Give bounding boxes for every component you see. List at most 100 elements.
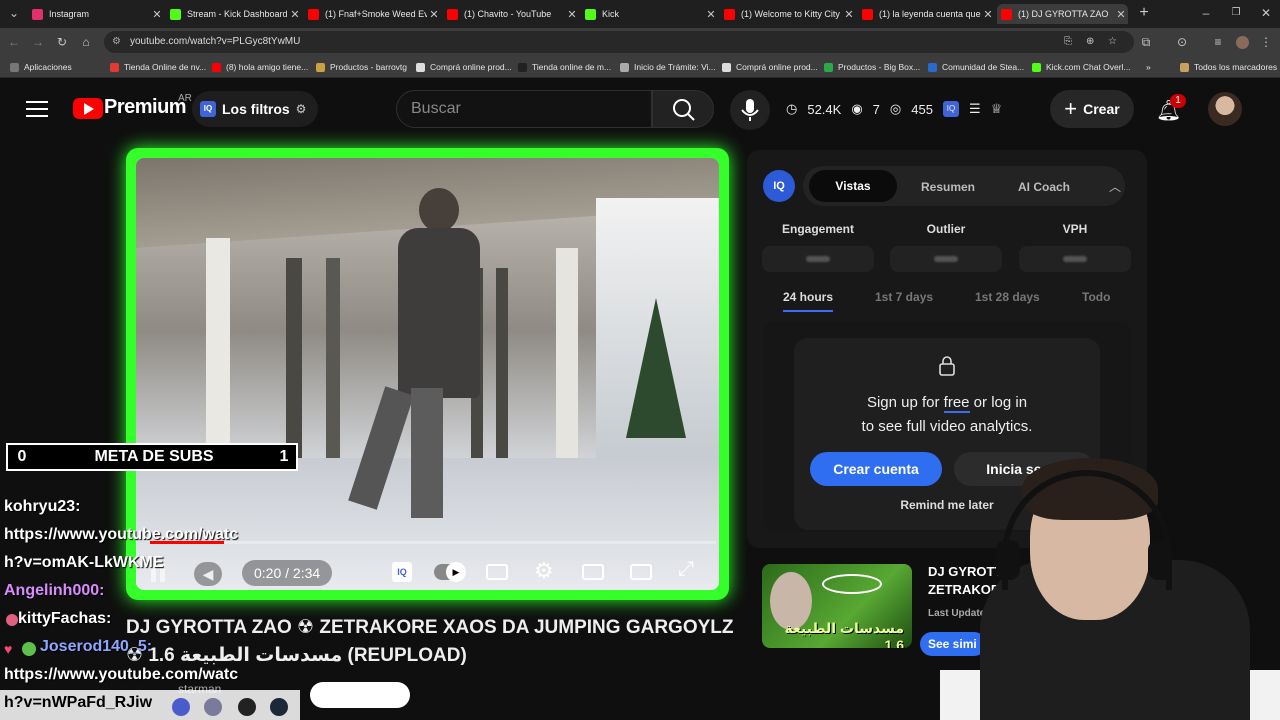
bookmark-item[interactable]: Tienda Online de nv...	[110, 60, 206, 74]
browser-tab[interactable]: (1) Chavito - YouTube ✕	[443, 4, 579, 24]
bookmark-label: Comprá online prod...	[736, 62, 818, 72]
all-bookmarks[interactable]: Todos los marcadores	[1180, 60, 1277, 74]
bookmark-favicon-icon	[620, 62, 629, 72]
time-display: 0:20 / 2:34	[242, 560, 333, 586]
fullscreen-icon[interactable]: ⤢	[678, 558, 694, 581]
bookmark-item[interactable]: Comunidad de Stea...	[928, 60, 1024, 74]
tab-close-icon[interactable]: ✕	[150, 8, 164, 21]
bookmark-item[interactable]: Aplicaciones	[10, 60, 72, 74]
tab-close-icon[interactable]: ✕	[565, 8, 579, 21]
search-button[interactable]	[652, 90, 714, 128]
subscribe-button[interactable]	[310, 682, 410, 708]
taskbar-app-icon[interactable]	[238, 698, 256, 716]
bookmark-label: Productos - barrovtg	[330, 62, 408, 72]
browser-tab[interactable]: Instagram ✕	[28, 4, 164, 24]
bookmark-item[interactable]: Productos - barrovtg	[316, 60, 407, 74]
range-todo[interactable]: Todo	[1082, 290, 1110, 304]
zoom-icon[interactable]: ⊕	[1086, 31, 1094, 53]
hamburger-menu-icon[interactable]	[26, 98, 48, 118]
create-button[interactable]: + Crear	[1050, 90, 1134, 128]
home-icon[interactable]: ⌂	[76, 31, 96, 53]
range-24-hours[interactable]: 24 hours	[783, 290, 833, 304]
autoplay-toggle[interactable]: ▶	[434, 562, 466, 582]
tab-close-icon[interactable]: ✕	[981, 8, 995, 21]
tab-close-icon[interactable]: ✕	[1114, 8, 1128, 21]
tab-close-icon[interactable]: ✕	[427, 8, 441, 21]
range-28-days[interactable]: 1st 28 days	[975, 290, 1040, 304]
extensions-icon[interactable]: ⧉	[1136, 31, 1156, 53]
tab-close-icon[interactable]: ✕	[288, 8, 302, 21]
restore-icon[interactable]: ❐	[1226, 2, 1246, 24]
profile-avatar[interactable]	[1236, 36, 1249, 49]
create-account-button[interactable]: Crear cuenta	[810, 452, 942, 486]
tab-title: (1) Fnaf+Smoke Weed Ev	[325, 9, 427, 19]
signup-text-line2: to see full video analytics.	[861, 418, 1033, 435]
youtube-icon	[862, 8, 873, 20]
tab-vistas[interactable]: Vistas	[809, 170, 897, 202]
bookmark-item[interactable]: Productos - Big Box...	[824, 60, 920, 74]
collapse-chevron-icon[interactable]: ︿	[1109, 178, 1121, 195]
trophy-icon[interactable]: ♕	[991, 101, 1003, 117]
bookmark-item[interactable]: (8) hola amigo tiene...	[212, 60, 308, 74]
browser-tab[interactable]: Stream - Kick Dashboard ✕	[166, 4, 302, 24]
list-icon[interactable]: ☰	[969, 101, 981, 117]
bookmark-item[interactable]: Kick.com Chat Overl...	[1032, 60, 1131, 74]
search-input[interactable]: Buscar	[396, 90, 652, 128]
volume-icon[interactable]: ◀	[194, 562, 222, 586]
browser-tab[interactable]: Kick ✕	[581, 4, 718, 24]
recommended-thumbnail[interactable]: مسدسات الطبيعة 1.6	[762, 564, 912, 648]
browser-tab[interactable]: (1) la leyenda cuenta que ✕	[858, 4, 995, 24]
reload-icon[interactable]: ↻	[52, 31, 72, 53]
account-avatar[interactable]	[1208, 92, 1242, 126]
bookmark-label: Comprá online prod...	[430, 62, 512, 72]
back-icon[interactable]: ←	[4, 31, 24, 53]
close-window-icon[interactable]: ✕	[1256, 2, 1276, 24]
tab-resumen[interactable]: Resumen	[907, 168, 989, 206]
taskbar-app-icon[interactable]	[204, 698, 222, 716]
iq-icon[interactable]: IQ	[942, 101, 959, 117]
minimize-icon[interactable]: –	[1196, 2, 1216, 24]
taskbar-app-icon[interactable]	[172, 698, 190, 716]
browser-tab[interactable]: (1) Welcome to Kitty City ✕	[720, 4, 856, 24]
browser-tab[interactable]: (1) DJ GYROTTA ZAO ✕	[997, 4, 1128, 24]
settings-gear-icon[interactable]: ⚙	[534, 558, 554, 584]
tab-close-icon[interactable]: ✕	[842, 8, 856, 21]
theater-mode-icon[interactable]	[582, 564, 604, 580]
chat-line: https://www.youtube.com/watc	[4, 526, 239, 543]
filters-label: Los filtros	[222, 101, 290, 117]
steam-icon[interactable]	[270, 698, 288, 716]
bookmark-item[interactable]: Comprá online prod...	[416, 60, 512, 74]
browser-tab[interactable]: (1) Fnaf+Smoke Weed Ev ✕	[304, 4, 441, 24]
bookmark-item[interactable]: Inicio de Trámite: Vi...	[620, 60, 716, 74]
iq-player-icon[interactable]: IQ	[392, 562, 412, 582]
bookmark-star-icon[interactable]: ☆	[1108, 31, 1117, 53]
new-tab-icon[interactable]: +	[1134, 2, 1154, 24]
bookmarks-more[interactable]: »	[1146, 60, 1151, 74]
forward-icon[interactable]: →	[28, 31, 48, 53]
lock-icon	[939, 356, 955, 376]
media-icon[interactable]: ≡	[1208, 31, 1228, 53]
site-info-icon[interactable]: ⚙	[112, 31, 121, 53]
tab-search-icon[interactable]: ⌄	[4, 2, 24, 24]
tab-title: (1) Chavito - YouTube	[464, 9, 552, 19]
bookmark-label: Comunidad de Stea...	[942, 62, 1025, 72]
bookmark-item[interactable]: Tienda online de m...	[518, 60, 611, 74]
filters-button[interactable]: IQ Los filtros ⚙	[192, 91, 318, 127]
install-icon[interactable]: ⎘	[1064, 31, 1072, 53]
notification-badge: 1	[1170, 94, 1186, 108]
subtitles-icon[interactable]	[486, 564, 508, 580]
profile-sync-icon[interactable]: ⊙	[1172, 31, 1192, 53]
tab-ai-coach[interactable]: AI Coach	[1003, 168, 1085, 206]
menu-icon[interactable]: ⋮	[1256, 31, 1276, 53]
premium-logo[interactable]: Premium	[104, 96, 187, 119]
bookmark-item[interactable]: Comprá online prod...	[722, 60, 818, 74]
free-link[interactable]: free	[943, 394, 970, 413]
youtube-logo-icon[interactable]	[73, 98, 103, 119]
tab-close-icon[interactable]: ✕	[704, 8, 718, 21]
stat-watching: 455	[911, 101, 933, 117]
voice-search-button[interactable]	[730, 90, 770, 130]
bookmark-favicon-icon	[928, 62, 937, 72]
range-7-days[interactable]: 1st 7 days	[875, 290, 933, 304]
url-bar[interactable]: ⚙ youtube.com/watch?v=PLGyc8tYwMU ⎘ ⊕ ☆	[104, 31, 1134, 53]
cast-icon[interactable]	[630, 564, 652, 580]
